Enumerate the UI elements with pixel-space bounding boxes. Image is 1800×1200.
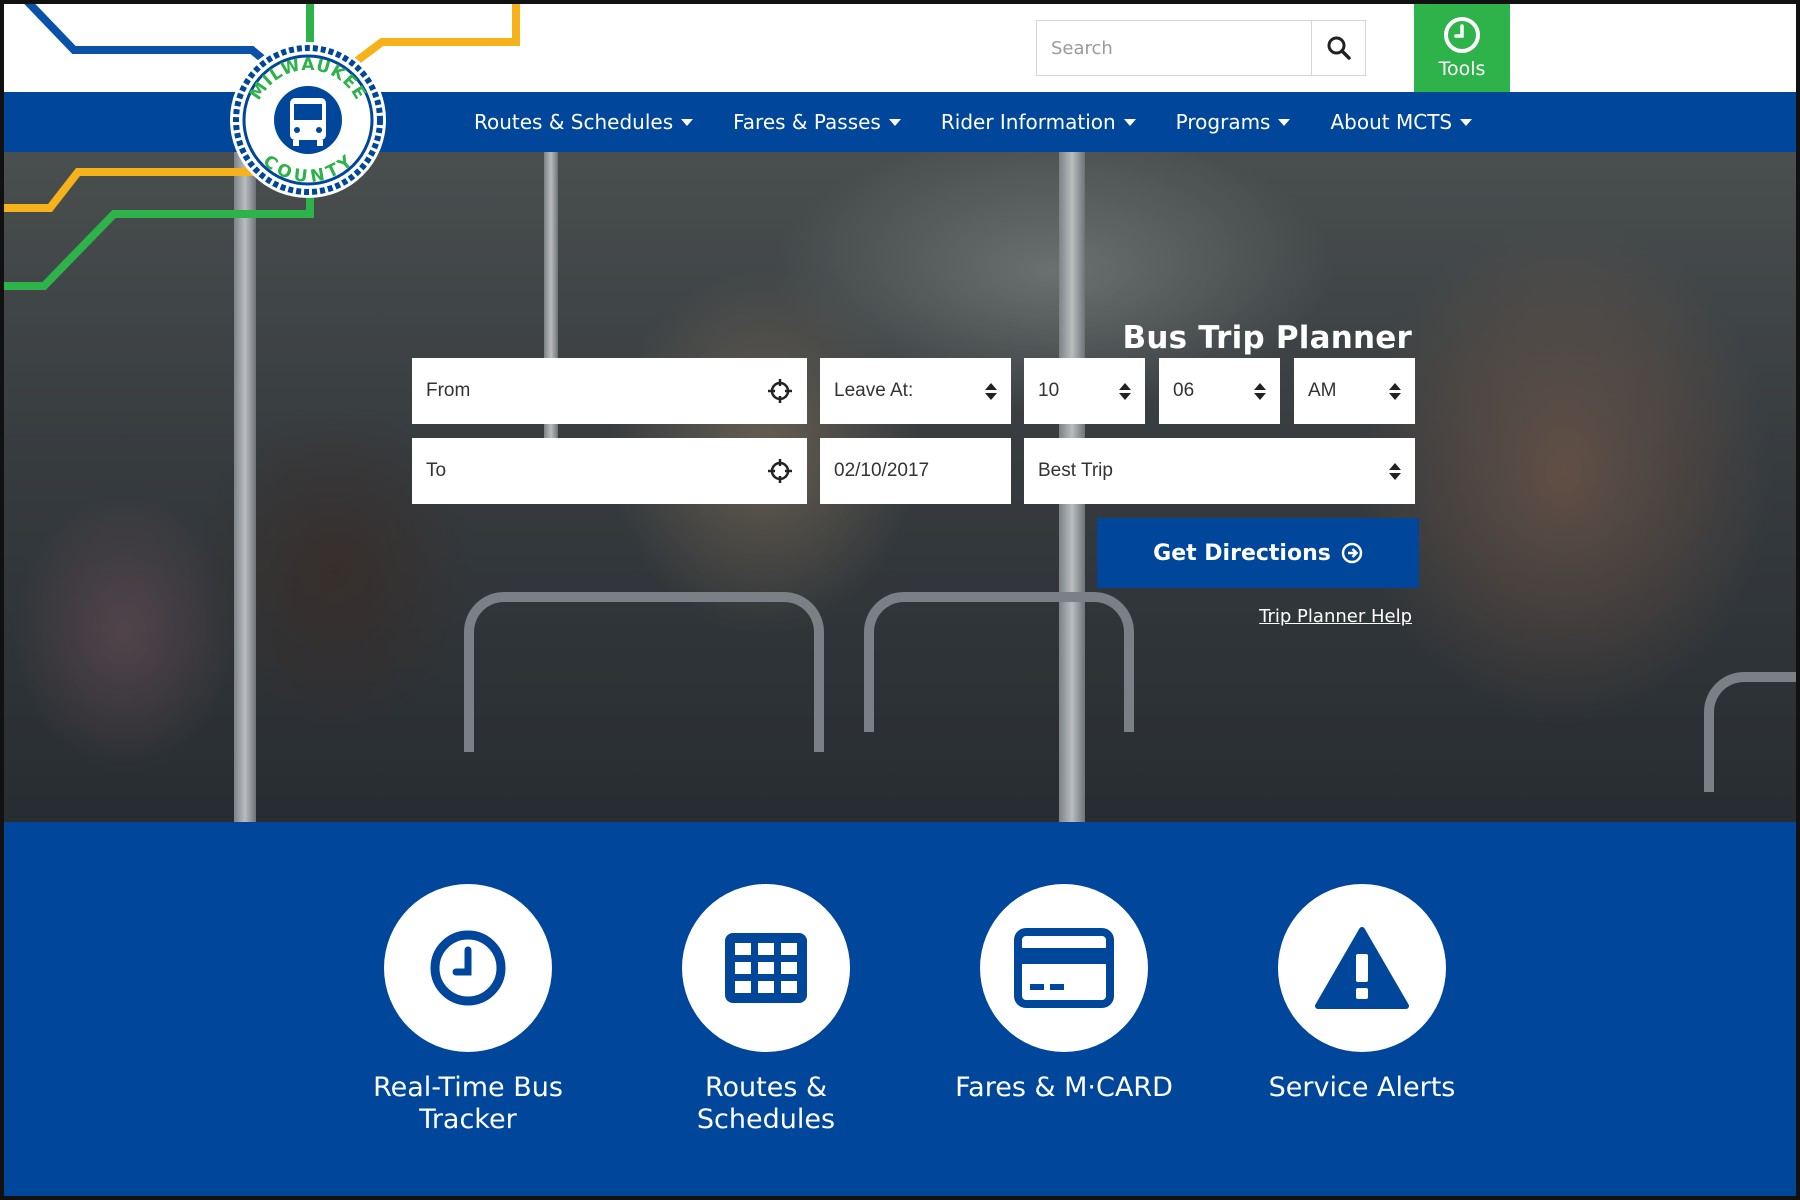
crosshair-icon[interactable] bbox=[767, 458, 793, 484]
tools-button[interactable]: Tools bbox=[1414, 4, 1510, 92]
select-arrows-icon bbox=[1389, 382, 1401, 400]
nav-label: About MCTS bbox=[1330, 110, 1453, 134]
clock-icon bbox=[430, 930, 506, 1006]
arrow-circle-right-icon bbox=[1341, 542, 1363, 564]
select-arrows-icon bbox=[1389, 462, 1401, 480]
to-placeholder: To bbox=[426, 460, 447, 481]
card-icon bbox=[1014, 928, 1114, 1008]
seat-rail bbox=[864, 592, 1134, 732]
leave-at-value: Leave At: bbox=[834, 380, 914, 401]
search-button[interactable] bbox=[1311, 21, 1365, 75]
select-arrows-icon bbox=[1119, 382, 1131, 400]
to-field[interactable]: To bbox=[412, 438, 807, 504]
nav-rider-information[interactable]: Rider Information bbox=[941, 110, 1136, 134]
quick-link-label-line: Real-Time Bus bbox=[373, 1072, 563, 1103]
crosshair-icon[interactable] bbox=[767, 378, 793, 404]
select-arrows-icon bbox=[985, 382, 997, 400]
caret-down-icon bbox=[888, 118, 901, 126]
caret-down-icon bbox=[1278, 118, 1291, 126]
nav-routes-schedules[interactable]: Routes & Schedules bbox=[474, 110, 694, 134]
quick-link-circle bbox=[384, 884, 552, 1052]
quick-link-label-line: Schedules bbox=[696, 1104, 836, 1136]
clock-icon bbox=[1444, 17, 1480, 53]
quick-links: Real-Time Bus Tracker Routes & Schedules bbox=[4, 822, 1796, 1196]
search-icon bbox=[1327, 36, 1351, 60]
grid-icon bbox=[725, 933, 807, 1003]
minute-value: 06 bbox=[1173, 380, 1195, 401]
bus-pole bbox=[234, 152, 256, 822]
nav-fares-passes[interactable]: Fares & Passes bbox=[733, 110, 901, 134]
nav-label: Programs bbox=[1175, 110, 1271, 134]
trip-planner-help-link[interactable]: Trip Planner Help bbox=[1259, 606, 1412, 627]
quick-link-fares-mcard[interactable]: Fares & M·CARD bbox=[934, 884, 1194, 1104]
quick-link-label: Real-Time Bus Tracker bbox=[373, 1072, 563, 1137]
caret-down-icon bbox=[1123, 118, 1136, 126]
search-box bbox=[1036, 20, 1366, 76]
quick-link-label: Service Alerts bbox=[1269, 1072, 1456, 1104]
quick-link-circle bbox=[1278, 884, 1446, 1052]
hour-value: 10 bbox=[1038, 380, 1060, 401]
mcts-logo[interactable]: MILWAUKEE COUNTY bbox=[228, 40, 388, 200]
quick-link-circle bbox=[682, 884, 850, 1052]
from-field[interactable]: From bbox=[412, 358, 807, 424]
search-input[interactable] bbox=[1037, 21, 1311, 75]
quick-link-label: Routes & Schedules bbox=[697, 1072, 835, 1137]
date-field[interactable]: 02/10/2017 bbox=[820, 438, 1011, 504]
ampm-value: AM bbox=[1308, 380, 1337, 401]
hero-section: Bus Trip Planner From To Leave At: 10 06… bbox=[4, 152, 1796, 822]
seat-rail bbox=[1704, 672, 1796, 792]
get-directions-button[interactable]: Get Directions bbox=[1097, 518, 1419, 588]
from-placeholder: From bbox=[426, 380, 471, 401]
hour-select[interactable]: 10 bbox=[1024, 358, 1145, 424]
quick-link-circle bbox=[980, 884, 1148, 1052]
bus-icon bbox=[274, 86, 342, 154]
date-value: 02/10/2017 bbox=[834, 460, 930, 481]
minute-select[interactable]: 06 bbox=[1159, 358, 1280, 424]
select-arrows-icon bbox=[1254, 382, 1266, 400]
nav-label: Fares & Passes bbox=[733, 110, 881, 134]
quick-link-label-line: Routes & bbox=[704, 1072, 828, 1103]
nav-about-mcts[interactable]: About MCTS bbox=[1330, 110, 1473, 134]
get-directions-label: Get Directions bbox=[1153, 540, 1331, 566]
leave-at-select[interactable]: Leave At: bbox=[820, 358, 1011, 424]
trip-type-value: Best Trip bbox=[1038, 460, 1113, 481]
planner-title: Bus Trip Planner bbox=[1122, 320, 1412, 356]
seat-rail bbox=[464, 592, 824, 752]
ampm-select[interactable]: AM bbox=[1294, 358, 1415, 424]
nav-label: Routes & Schedules bbox=[474, 110, 674, 134]
quick-link-service-alerts[interactable]: Service Alerts bbox=[1232, 884, 1492, 1104]
caret-down-icon bbox=[1460, 118, 1473, 126]
nav-label: Rider Information bbox=[940, 110, 1116, 134]
quick-link-label-line: Service Alerts bbox=[1268, 1072, 1456, 1103]
alert-triangle-icon bbox=[1315, 927, 1409, 1009]
trip-type-select[interactable]: Best Trip bbox=[1024, 438, 1415, 504]
quick-link-bus-tracker[interactable]: Real-Time Bus Tracker bbox=[338, 884, 598, 1137]
caret-down-icon bbox=[681, 118, 694, 126]
quick-link-label-line: Fares & M·CARD bbox=[955, 1072, 1173, 1103]
page-frame: Tools Routes & Schedules Fares & Passes … bbox=[0, 0, 1800, 1200]
quick-link-label: Fares & M·CARD bbox=[955, 1072, 1173, 1104]
quick-link-routes-schedules[interactable]: Routes & Schedules bbox=[636, 884, 896, 1137]
quick-link-label-line: Tracker bbox=[419, 1104, 517, 1136]
nav-programs[interactable]: Programs bbox=[1176, 110, 1291, 134]
tools-label: Tools bbox=[1438, 58, 1486, 80]
